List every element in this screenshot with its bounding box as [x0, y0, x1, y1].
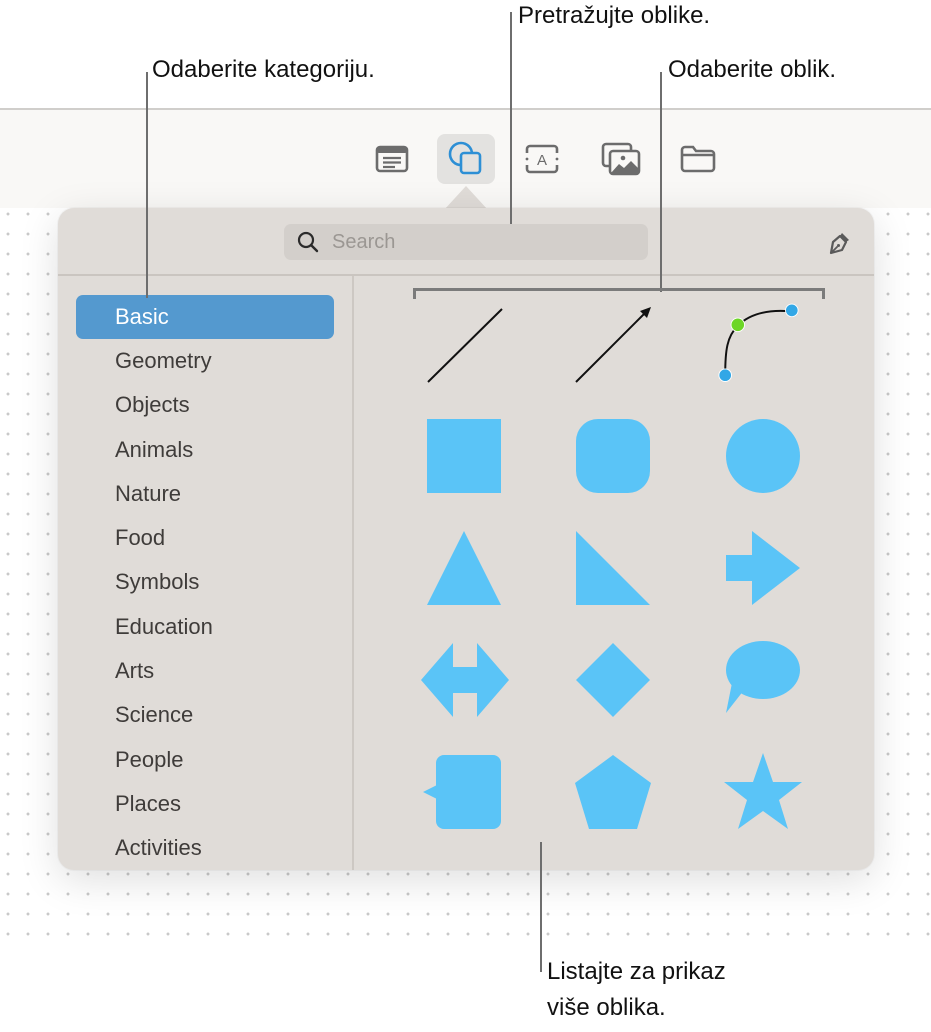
shapes-icon	[448, 141, 482, 175]
category-animals[interactable]: Animals	[76, 428, 334, 472]
text-button[interactable]: A	[513, 134, 571, 184]
category-people[interactable]: People	[76, 738, 334, 782]
files-button[interactable]	[669, 134, 727, 184]
callout-scroll-line2: više oblika.	[547, 994, 666, 1021]
popover-arrow	[444, 186, 488, 210]
category-activities[interactable]: Activities	[76, 826, 334, 870]
svg-text:A: A	[537, 152, 547, 169]
category-food[interactable]: Food	[76, 516, 334, 560]
shape-diamond[interactable]	[568, 635, 658, 725]
shape-button[interactable]	[437, 134, 495, 184]
callout-scroll-line1: Listajte za prikaz	[547, 958, 726, 985]
category-places[interactable]: Places	[76, 782, 334, 826]
shape-right-triangle[interactable]	[568, 523, 658, 613]
curve-control-point	[730, 317, 745, 332]
shape-curve[interactable]	[718, 296, 808, 386]
leader-line-category	[146, 72, 148, 298]
category-symbols[interactable]: Symbols	[76, 560, 334, 604]
shape-rounded-square[interactable]	[568, 411, 658, 501]
text-box-button[interactable]	[363, 134, 421, 184]
shape-speech-bubble[interactable]	[718, 635, 808, 725]
curve-handle-start	[785, 303, 799, 318]
sidebar-divider	[352, 276, 354, 870]
shape-square[interactable]	[419, 411, 509, 501]
media-button[interactable]	[592, 134, 650, 184]
shape-arrow-right[interactable]	[718, 523, 808, 613]
shape-double-arrow[interactable]	[419, 635, 509, 725]
callout-shape: Odaberite oblik.	[668, 56, 837, 83]
category-nature[interactable]: Nature	[76, 472, 334, 516]
shape-callout-square[interactable]	[419, 747, 509, 837]
category-basic[interactable]: Basic	[76, 295, 334, 339]
shape-bracket	[413, 288, 825, 299]
leader-line-shape	[660, 72, 662, 292]
folder-icon	[680, 145, 716, 173]
category-list: Basic Geometry Objects Animals Nature Fo…	[76, 295, 334, 871]
shape-triangle[interactable]	[419, 523, 509, 613]
shapes-panel: Search Basic Geometry Objects Animals Na…	[58, 208, 874, 870]
leader-line-scroll	[540, 842, 542, 972]
text-icon: A	[525, 144, 559, 174]
category-arts[interactable]: Arts	[76, 649, 334, 693]
shape-line[interactable]	[419, 306, 509, 396]
category-objects[interactable]: Objects	[76, 383, 334, 427]
curve-handle-end	[718, 368, 732, 382]
callout-search: Pretražujte oblike.	[518, 2, 711, 29]
leader-line-search	[510, 12, 512, 224]
draw-with-pen-button[interactable]	[822, 228, 856, 258]
shape-star[interactable]	[718, 747, 808, 837]
panel-header-divider	[58, 274, 874, 276]
pen-icon	[829, 233, 849, 255]
category-geometry[interactable]: Geometry	[76, 339, 334, 383]
search-input[interactable]: Search	[284, 224, 648, 260]
search-placeholder: Search	[332, 230, 396, 253]
category-education[interactable]: Education	[76, 605, 334, 649]
callout-category: Odaberite kategoriju.	[152, 56, 375, 83]
text-box-icon	[375, 145, 409, 173]
shape-arrow-line[interactable]	[568, 306, 658, 396]
search-icon	[297, 231, 319, 253]
shape-pentagon[interactable]	[568, 747, 658, 837]
shape-circle[interactable]	[718, 411, 808, 501]
category-science[interactable]: Science	[76, 693, 334, 737]
media-icon	[601, 142, 641, 176]
